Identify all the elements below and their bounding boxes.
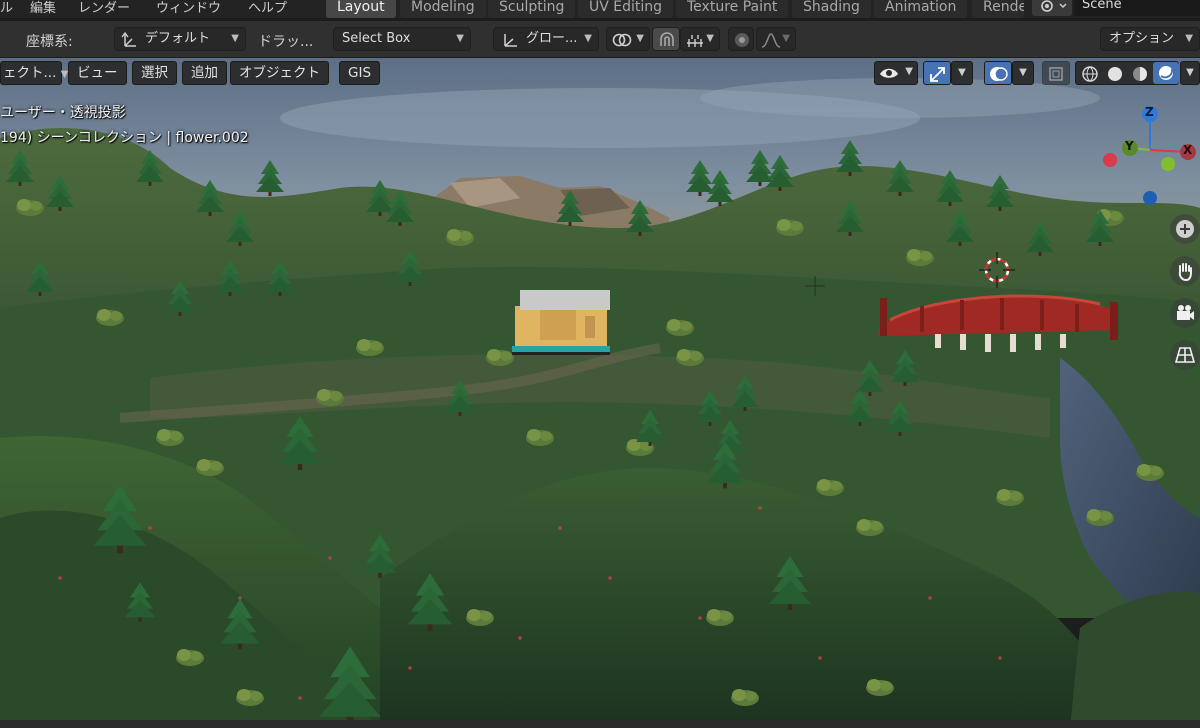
gizmo-toggle-button[interactable] [923,61,951,85]
grid-view-icon [1174,347,1196,363]
menu-view[interactable]: ビュー [68,61,127,85]
menu-add[interactable]: 追加 [182,61,227,85]
xray-icon [1049,67,1063,81]
ortho-toggle-button[interactable] [1170,340,1200,370]
camera-icon [1177,305,1194,320]
pan-button[interactable] [1170,256,1200,286]
pivot-point-icon [612,33,632,47]
snap-increment-icon [687,35,703,47]
orientation-icon [121,31,136,47]
overlay-icon [990,67,1008,81]
neg-y-axis-handle [1161,157,1175,171]
pivot-point-dropdown[interactable]: ▼ [606,27,650,51]
house-model [512,290,610,355]
chevron-down-icon: ▼ [706,33,714,44]
x-axis-label: X [1183,143,1193,157]
tool-settings-header: 座標系: デフォルト ▼ ドラッ... Select Box ▼ グロー... … [0,20,1200,57]
wireframe-icon[interactable] [1079,64,1101,84]
proportional-edit-icon [735,33,749,47]
chevron-down-icon: ▼ [231,33,239,44]
transform-gizmo-icon [930,67,945,82]
tab-shading[interactable]: Shading [792,0,871,18]
global-axes-icon [504,34,517,47]
xray-toggle-button[interactable] [1042,61,1070,85]
menu-render[interactable]: レンダー [78,0,130,16]
eye-icon [880,68,898,78]
transform-orientation-dropdown[interactable]: グロー... ▼ [493,27,599,51]
options-label: オプション [1109,31,1175,46]
menu-object[interactable]: オブジェクト [230,61,329,85]
zoom-icon [1176,220,1194,238]
z-axis-label: Z [1145,105,1154,119]
falloff-dropdown[interactable]: ▼ [756,27,796,51]
tab-uv-editing[interactable]: UV Editing [578,0,674,18]
scene-selector-block: Scene [1028,0,1200,18]
chevron-down-icon: ▼ [782,33,790,44]
drag-select-value: Select Box [342,31,411,46]
overlays-dropdown[interactable]: ▼ [1012,61,1034,85]
chevron-down-icon: ▼ [905,66,913,77]
magnet-icon [660,32,674,46]
drag-label: ドラッ... [258,34,314,50]
menu-gis[interactable]: GIS [339,61,381,85]
scene-browse-button[interactable] [1032,0,1072,16]
visibility-dropdown[interactable]: ▼ [874,61,918,85]
chevron-down-icon: ▼ [456,33,464,44]
view-name-label: ユーザー・透視投影 [0,105,126,121]
top-menu-bar: ル 編集 レンダー ウィンドウ ヘルプ Layout Modeling Scul… [0,0,1200,18]
menu-select[interactable]: 選択 [132,61,177,85]
collection-info-label: 194) シーンコレクション | flower.002 [0,130,249,146]
proportional-edit-button[interactable] [728,27,754,51]
zoom-button[interactable] [1170,214,1200,244]
chevron-down-icon: ▼ [584,33,592,44]
orientation-label: 座標系: [26,34,73,50]
neg-z-axis-handle [1143,191,1157,205]
drag-select-dropdown[interactable]: Select Box ▼ [333,27,471,51]
scene-icon [1041,0,1067,12]
menu-help[interactable]: ヘルプ [248,0,287,16]
mode-dropdown[interactable]: ェクト... ▼ [0,61,68,85]
menu-edit[interactable]: 編集 [30,0,56,16]
tab-modeling[interactable]: Modeling [400,0,486,18]
neg-x-axis-handle [1103,153,1117,167]
scene-name-field[interactable]: Scene [1074,0,1200,16]
snap-target-dropdown[interactable]: ▼ [680,27,720,51]
navigation-gizmo[interactable]: Z Y X [1098,104,1200,214]
chevron-down-icon: ▼ [1185,33,1193,44]
hand-pan-icon [1178,263,1192,282]
menu-window[interactable]: ウィンドウ [156,0,221,16]
material-preview-icon[interactable] [1129,64,1151,84]
camera-view-button[interactable] [1170,298,1200,328]
options-dropdown[interactable]: オプション ▼ [1100,27,1200,51]
shading-mode-group [1075,61,1179,85]
tab-layout[interactable]: Layout [326,0,396,18]
orientation-value: デフォルト [145,31,211,46]
tab-texture-paint[interactable]: Texture Paint [676,0,789,18]
chevron-down-icon: ▼ [636,33,644,44]
transform-orientation-value: グロー... [526,31,578,46]
tab-animation[interactable]: Animation [874,0,968,18]
landscape-render[interactable] [0,58,1200,728]
snap-toggle-button[interactable] [652,27,680,51]
mode-label: ェクト... [3,65,57,81]
gizmo-dropdown[interactable]: ▼ [951,61,973,85]
overlays-toggle-button[interactable] [984,61,1012,85]
3d-viewport[interactable]: ェクト... ▼ ビュー 選択 追加 オブジェクト GIS ▼ ▼ ▼ ▼ ユー… [0,58,1200,728]
rendered-mode-button[interactable] [1153,62,1179,84]
axis-gizmo-icon [1103,106,1196,205]
shading-dropdown[interactable]: ▼ [1180,61,1200,85]
menu-file[interactable]: ル [0,0,13,16]
rendered-icon [1159,66,1174,80]
y-axis-label: Y [1125,139,1134,153]
tab-rendering[interactable]: Rende [972,0,1024,18]
orientation-dropdown[interactable]: デフォルト ▼ [114,27,246,51]
solid-icon[interactable] [1104,64,1126,84]
tab-sculpting[interactable]: Sculpting [488,0,576,18]
